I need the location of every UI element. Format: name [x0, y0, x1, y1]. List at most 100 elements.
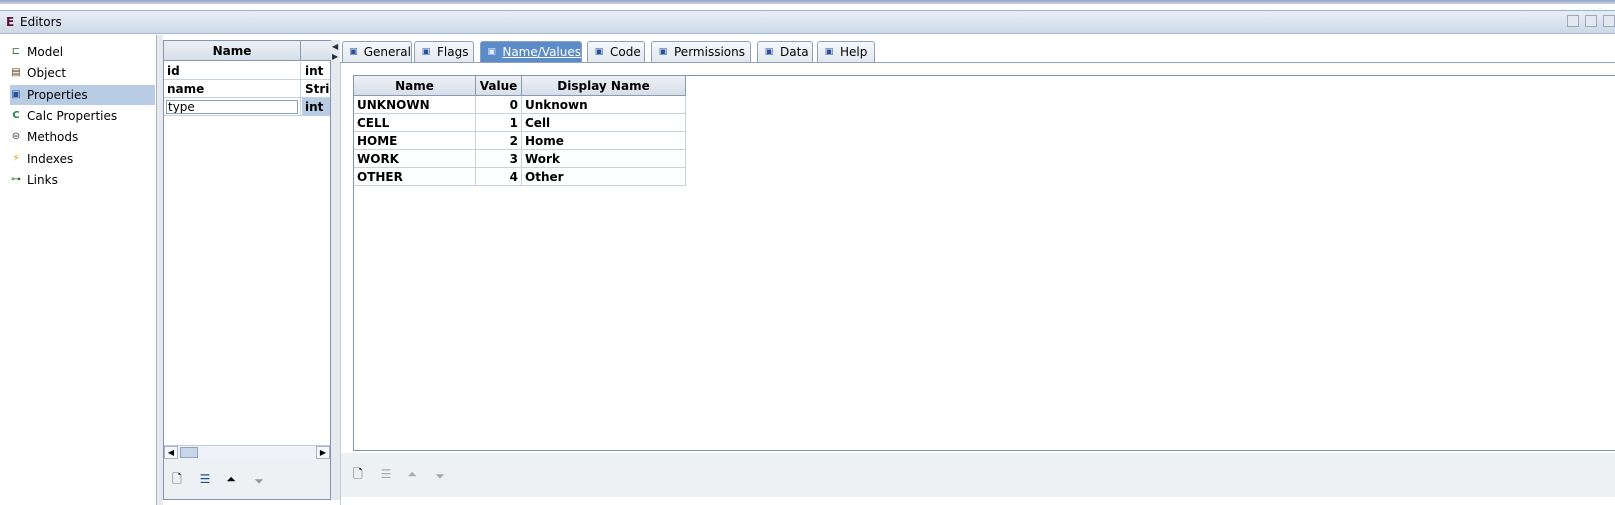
name-cell[interactable]: CELL: [354, 114, 476, 132]
links-icon: ⊶: [11, 174, 21, 185]
move-down-icon[interactable]: ⏷: [250, 472, 268, 490]
column-header-name[interactable]: Name: [164, 41, 301, 61]
tab-permissions[interactable]: ▣ Permissions: [651, 41, 751, 62]
column-header-display-name[interactable]: Display Name: [522, 76, 686, 96]
value-cell[interactable]: 4: [476, 168, 522, 186]
methods-icon: ⊜: [11, 131, 21, 142]
nav-item-indexes[interactable]: ⚡ Indexes: [10, 149, 155, 169]
property-name-cell[interactable]: id: [164, 62, 301, 80]
nav-item-model[interactable]: ⊏ Model: [10, 42, 155, 62]
insert-name-value-icon[interactable]: ☰: [377, 465, 395, 483]
tab-label: Name/Values: [502, 45, 581, 59]
move-up-icon[interactable]: ⏶: [222, 470, 240, 488]
properties-table: Name id int name Stri int ◀ ▶ 🗋 ☰ ⏶ ⏷: [163, 40, 332, 500]
nav-item-label: Object: [27, 66, 67, 80]
tab-code[interactable]: ▣ Code: [587, 41, 645, 62]
tab-name-values[interactable]: ▣ Name/Values: [480, 41, 582, 62]
window-controls: [1567, 15, 1615, 27]
editors-app-icon: E: [6, 15, 15, 29]
display-name-cell[interactable]: Work: [522, 150, 686, 168]
column-header-name[interactable]: Name: [354, 76, 476, 96]
editors-titlebar: E Editors: [0, 10, 1615, 34]
horizontal-scrollbar[interactable]: ◀ ▶: [164, 445, 330, 459]
nav-item-methods[interactable]: ⊜ Methods: [10, 127, 155, 147]
nav-item-label: Calc Properties: [27, 109, 118, 123]
display-name-cell[interactable]: Home: [522, 132, 686, 150]
name-cell[interactable]: UNKNOWN: [354, 96, 476, 114]
nav-item-label: Model: [27, 45, 64, 59]
move-down-icon[interactable]: ⏷: [431, 467, 449, 485]
name-cell[interactable]: HOME: [354, 132, 476, 150]
nav-item-label: Methods: [27, 130, 79, 144]
property-type-cell[interactable]: int: [302, 62, 330, 80]
editor-tabbar: ▣ General ▣ Flags ▣ Name/Values ▣ Code ▣…: [340, 41, 1615, 63]
new-name-value-icon[interactable]: 🗋: [349, 465, 367, 483]
properties-table-header: Name: [164, 41, 332, 61]
move-up-icon[interactable]: ⏶: [403, 465, 421, 483]
display-name-cell[interactable]: Other: [522, 168, 686, 186]
name-values-panel: Name Value Display Name UNKNOWN 0 Unknow…: [340, 63, 1615, 505]
tab-help[interactable]: ▣ Help: [817, 41, 875, 62]
nav-item-properties[interactable]: ▣ Properties: [10, 85, 155, 105]
nav-item-calc-properties[interactable]: C Calc Properties: [10, 106, 155, 126]
tab-help-icon: ▣: [824, 47, 834, 57]
tab-label: General: [363, 45, 411, 59]
tab-label: Code: [610, 45, 641, 59]
display-name-cell[interactable]: Cell: [522, 114, 686, 132]
name-values-table: Name Value Display Name UNKNOWN 0 Unknow…: [353, 75, 1615, 451]
table-row[interactable]: name Stri: [164, 80, 330, 98]
properties-toolbar: 🗋 ☰ ⏶ ⏷: [164, 459, 330, 499]
tab-permissions-icon: ▣: [658, 47, 668, 57]
column-header-value[interactable]: Value: [476, 76, 522, 96]
window-top-border: [0, 0, 1615, 4]
maximize-icon[interactable]: [1603, 15, 1615, 27]
tab-label: Data: [780, 45, 809, 59]
insert-property-icon[interactable]: ☰: [196, 470, 214, 488]
value-cell[interactable]: 0: [476, 96, 522, 114]
name-values-toolbar: 🗋 ☰ ⏶ ⏷: [341, 453, 1615, 497]
table-row[interactable]: int: [164, 98, 330, 116]
properties-icon: ▣: [11, 89, 21, 100]
value-cell[interactable]: 3: [476, 150, 522, 168]
tab-data[interactable]: ▣ Data: [757, 41, 813, 62]
model-icon: ⊏: [11, 46, 21, 57]
nav-item-label: Links: [27, 173, 58, 187]
calc-properties-icon: C: [12, 110, 20, 121]
property-name-cell[interactable]: name: [164, 80, 301, 98]
property-name-cell[interactable]: [164, 98, 301, 116]
tab-code-icon: ▣: [594, 47, 604, 57]
new-property-icon[interactable]: 🗋: [168, 470, 186, 488]
editor-navigation: ⊏ Model ▤ Object ▣ Properties C Calc Pro…: [0, 35, 157, 505]
tab-label: Help: [840, 45, 868, 59]
display-name-cell[interactable]: Unknown: [522, 96, 686, 114]
collapse-left-icon[interactable]: ◀: [332, 42, 338, 51]
name-cell[interactable]: OTHER: [354, 168, 476, 186]
object-icon: ▤: [11, 67, 21, 78]
property-name-edit-field[interactable]: [166, 100, 298, 114]
tab-flags-icon: ▣: [421, 47, 431, 57]
property-type-cell[interactable]: int: [302, 98, 330, 116]
expand-right-icon[interactable]: ▶: [332, 52, 338, 61]
scroll-left-icon[interactable]: ◀: [164, 446, 178, 459]
name-cell[interactable]: WORK: [354, 150, 476, 168]
table-row[interactable]: id int: [164, 62, 330, 80]
scrollbar-thumb[interactable]: [180, 447, 198, 458]
tab-flags[interactable]: ▣ Flags: [414, 41, 474, 62]
split-divider[interactable]: [331, 40, 340, 500]
tab-general-icon: ▣: [349, 47, 358, 57]
value-cell[interactable]: 2: [476, 132, 522, 150]
minimize-icon[interactable]: [1567, 15, 1579, 27]
window-title: Editors: [20, 15, 62, 29]
scroll-right-icon[interactable]: ▶: [316, 446, 330, 459]
tab-label: Permissions: [674, 45, 745, 59]
property-type-cell[interactable]: Stri: [302, 80, 330, 98]
nav-item-object[interactable]: ▤ Object: [10, 63, 155, 83]
value-cell[interactable]: 1: [476, 114, 522, 132]
nav-item-links[interactable]: ⊶ Links: [10, 170, 155, 190]
restore-icon[interactable]: [1585, 15, 1597, 27]
tab-name-values-icon: ▣: [487, 47, 496, 57]
tab-data-icon: ▣: [764, 47, 774, 57]
tab-general[interactable]: ▣ General: [342, 41, 412, 62]
nav-item-label: Indexes: [27, 152, 74, 166]
nav-item-label: Properties: [27, 88, 88, 102]
